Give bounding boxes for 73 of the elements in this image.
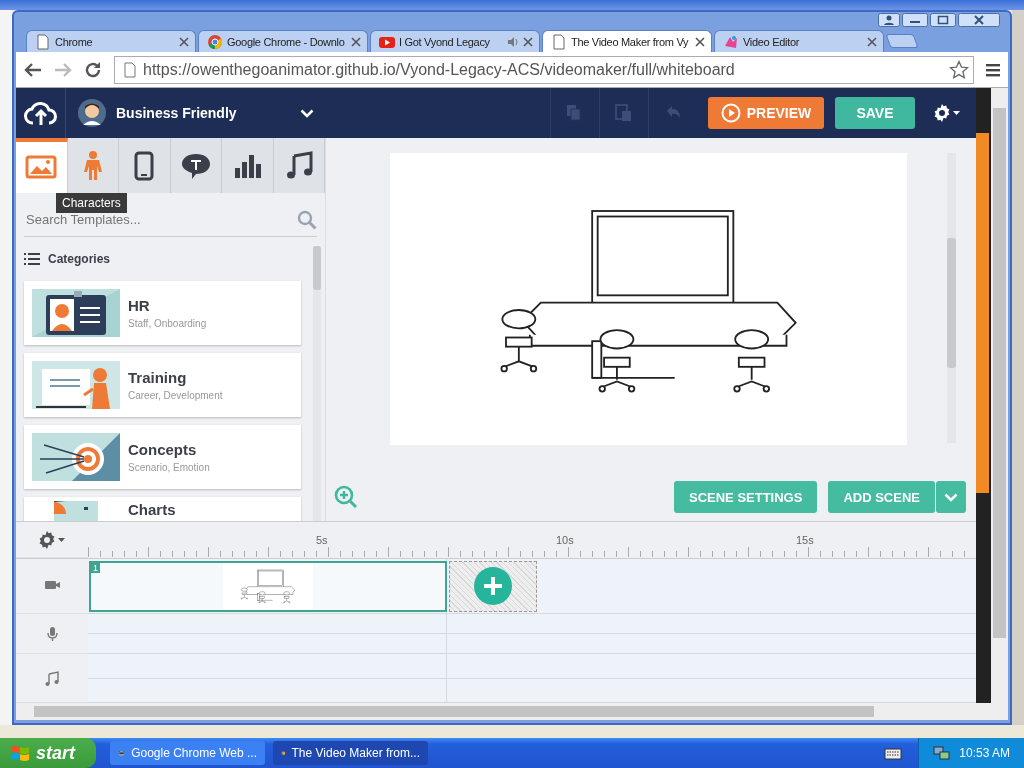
new-tab-button[interactable] — [885, 34, 919, 48]
category-card[interactable]: Concepts Scenario, Emotion — [24, 425, 301, 489]
windows-logo-icon — [10, 744, 30, 762]
maximize-icon[interactable] — [930, 13, 956, 27]
chrome-icon — [207, 33, 223, 50]
search-field[interactable]: Search Templates... — [24, 211, 297, 228]
browser-tab[interactable]: Google Chrome - Downlo — [198, 30, 368, 52]
list-icon — [24, 253, 40, 265]
page-icon — [35, 33, 51, 50]
stage-scrollbar[interactable] — [947, 153, 956, 443]
taskbar-button[interactable]: The Video Maker from... — [273, 741, 428, 765]
chevron-down-icon — [944, 492, 958, 502]
browser-tab[interactable]: The Video Maker from Vy — [542, 30, 712, 52]
page-icon — [123, 61, 137, 78]
close-icon[interactable] — [695, 36, 705, 47]
scene-number: 1 — [91, 562, 100, 573]
theme-selector[interactable]: Business Friendly — [66, 88, 326, 138]
tab-title: Chrome — [55, 35, 94, 48]
category-name: Training — [128, 369, 188, 386]
horizontal-scrollbar[interactable] — [16, 703, 991, 720]
category-name: HR — [128, 297, 151, 314]
tooltip: Characters — [56, 193, 127, 213]
app-icon — [723, 33, 739, 50]
minimize-icon[interactable] — [902, 13, 928, 27]
cloud-upload-icon[interactable] — [23, 99, 58, 127]
category-card[interactable]: HR Staff, Onboarding — [24, 281, 301, 345]
close-icon[interactable] — [523, 36, 533, 47]
tab-title: I Got Vyond Legacy — [399, 35, 491, 48]
category-name: Concepts — [128, 441, 198, 458]
avatar-icon — [78, 99, 106, 127]
time-label: 15s — [796, 534, 814, 546]
network-icon[interactable] — [933, 745, 952, 761]
close-icon[interactable] — [351, 36, 361, 47]
vertical-scrollbar[interactable] — [991, 88, 1008, 720]
list-scrollbar[interactable] — [313, 246, 321, 521]
stage-canvas[interactable] — [390, 153, 907, 445]
browser-tab[interactable]: I Got Vyond Legacy — [370, 30, 540, 52]
chevron-down-icon — [300, 108, 314, 118]
time-label: 10s — [556, 534, 574, 546]
play-icon — [720, 103, 741, 123]
browser-tab[interactable]: Video Editor — [714, 30, 884, 52]
clock: 10:53 AM — [959, 746, 1010, 760]
plus-icon — [474, 567, 512, 605]
tab-title: The Video Maker from Vy — [571, 35, 690, 48]
back-icon[interactable] — [24, 61, 42, 78]
browser-tab[interactable]: Chrome — [26, 30, 196, 52]
url-text: https://owenthegoanimator.github.io/Vyond-Legacy-ACS/videomaker/full/whiteboard — [143, 60, 736, 79]
add-scene-slot[interactable] — [449, 560, 537, 612]
page-icon — [551, 33, 567, 50]
close-icon[interactable] — [867, 36, 877, 47]
category-card[interactable]: Charts — [24, 497, 301, 521]
section-heading: Categories — [48, 252, 111, 266]
category-name: Charts — [128, 501, 176, 518]
user-icon[interactable] — [878, 13, 900, 27]
taskbar-button[interactable]: Google Chrome Web ... — [110, 741, 265, 765]
category-card[interactable]: Training Career, Development — [24, 353, 301, 417]
scene-thumbnail — [241, 569, 295, 603]
close-icon[interactable] — [958, 13, 1000, 27]
reload-icon[interactable] — [84, 60, 102, 79]
category-subtitle: Scenario, Emotion — [128, 462, 210, 473]
keyboard-icon[interactable] — [884, 746, 903, 760]
menu-icon[interactable] — [986, 62, 1000, 77]
tab-title: Video Editor — [743, 35, 801, 48]
settings-icon[interactable] — [37, 529, 67, 550]
close-icon[interactable] — [179, 36, 189, 47]
category-subtitle: Staff, Onboarding — [128, 318, 207, 329]
time-label: 5s — [316, 534, 328, 546]
tab-title: Google Chrome - Downlo — [227, 35, 346, 48]
category-subtitle: Career, Development — [128, 390, 223, 401]
music-note-icon — [43, 670, 61, 686]
settings-icon[interactable] — [932, 103, 962, 123]
address-bar[interactable]: https://owenthegoanimator.github.io/Vyond-Legacy-ACS/videomaker/full/whiteboard — [114, 55, 974, 84]
star-icon[interactable] — [949, 59, 969, 80]
